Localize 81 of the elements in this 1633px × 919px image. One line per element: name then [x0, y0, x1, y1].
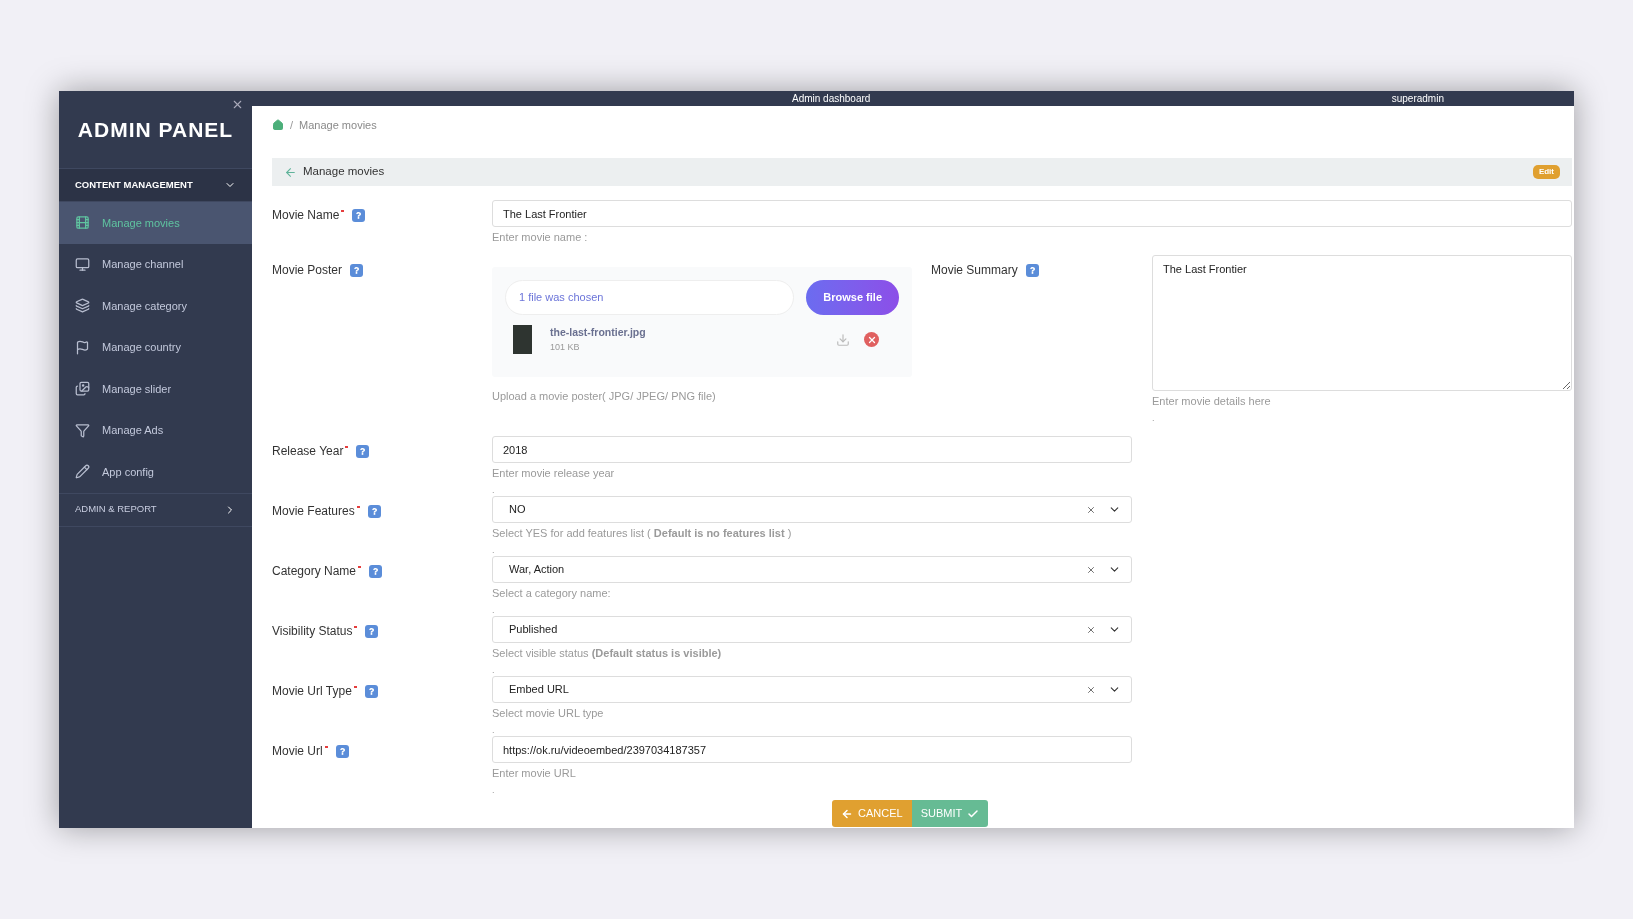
select-field[interactable]: NO: [492, 496, 1132, 523]
field-hint: Select movie URL type: [492, 706, 605, 721]
clear-icon[interactable]: [1086, 504, 1096, 515]
trailing-dot: .: [492, 605, 495, 615]
select-field[interactable]: Embed URL: [492, 676, 1132, 703]
field-label: Movie Features: [272, 503, 355, 520]
sidebar-section-header[interactable]: ADMIN & REPORT: [59, 492, 252, 527]
field-label: Movie Url: [272, 743, 323, 760]
field-hint: Select a category name:: [492, 586, 612, 601]
movie-name-input[interactable]: The Last Frontier: [492, 200, 1572, 227]
field-hint: Upload a movie poster( JPG/ JPEG/ PNG file): [492, 389, 717, 404]
home-icon[interactable]: [272, 119, 284, 131]
help-icon[interactable]: [364, 684, 378, 698]
help-icon[interactable]: [1025, 263, 1039, 277]
field-hint: Enter movie details here: [1152, 394, 1272, 409]
arrow-left-icon: [841, 807, 853, 820]
sidebar-item[interactable]: Manage category: [59, 285, 252, 327]
menu-icon: [75, 298, 90, 314]
field-label: Movie Url Type: [272, 683, 352, 700]
section-title: Manage movies: [303, 164, 385, 180]
trailing-dot: .: [492, 785, 495, 795]
sidebar-item[interactable]: Manage channel: [59, 243, 252, 285]
edit-badge: Edit: [1532, 165, 1560, 179]
select-field[interactable]: War, Action: [492, 556, 1132, 583]
field-label: Visibility Status: [272, 623, 353, 640]
photo-placeholder: [513, 325, 532, 355]
user-name[interactable]: superadmin: [1391, 93, 1444, 104]
field-label: Movie Name: [272, 207, 340, 224]
menu-icon: [75, 381, 90, 397]
trailing-dot: .: [492, 545, 495, 555]
field-hint: Enter movie URL: [492, 766, 577, 781]
field-label: Movie Summary: [931, 262, 1018, 279]
clear-icon[interactable]: [1086, 564, 1096, 575]
movie-summary-textarea[interactable]: The Last Frontier: [1152, 255, 1572, 391]
trailing-dot: .: [492, 725, 495, 735]
back-arrow-icon[interactable]: [284, 165, 297, 179]
help-icon[interactable]: [352, 208, 366, 222]
field-hint: Select YES for add features list ( Default is no features list ): [492, 526, 793, 541]
check-icon: [967, 807, 980, 820]
menu-icon: [75, 256, 90, 272]
breadcrumb-item[interactable]: Manage movies: [299, 116, 377, 134]
close-icon[interactable]: [231, 98, 244, 111]
sidebar-item[interactable]: Manage Ads: [59, 409, 252, 451]
sidebar-item[interactable]: Manage movies: [59, 202, 252, 244]
clear-icon[interactable]: [1086, 684, 1096, 695]
browse-file-button[interactable]: Browse file: [806, 280, 899, 315]
help-icon[interactable]: [350, 263, 364, 277]
menu-icon: [75, 422, 90, 438]
trailing-dot: .: [492, 485, 495, 495]
download-icon[interactable]: [836, 332, 850, 347]
help-icon[interactable]: [369, 564, 383, 578]
field-label: Category Name: [272, 563, 357, 580]
clear-icon[interactable]: [1086, 624, 1096, 635]
sidebar-item[interactable]: Manage slider: [59, 368, 252, 410]
field-hint: Enter movie name :: [492, 230, 589, 245]
file-name: the-last-frontier.jpg: [550, 325, 647, 340]
text-input[interactable]: https://ok.ru/videoembed/2397034187357: [492, 736, 1132, 763]
select-field[interactable]: Published: [492, 616, 1132, 643]
help-icon[interactable]: [365, 624, 379, 638]
top-bar-title: Admin dashboard: [792, 93, 871, 104]
trailing-dot: .: [1152, 413, 1155, 423]
sidebar-item[interactable]: App config: [59, 451, 252, 493]
help-icon[interactable]: [356, 444, 370, 458]
help-icon[interactable]: [335, 744, 349, 758]
field-hint: Select visible status (Default status is visible): [492, 646, 723, 661]
field-label: Release Year: [272, 443, 344, 460]
field-hint: Enter movie release year: [492, 466, 616, 481]
menu-icon: [75, 339, 90, 355]
breadcrumb-separator: /: [290, 117, 294, 133]
text-input[interactable]: 2018: [492, 436, 1132, 463]
trailing-dot: .: [492, 665, 495, 675]
file-chosen-field[interactable]: 1 file was chosen: [505, 280, 795, 315]
menu-icon: [75, 215, 90, 231]
field-label: Movie Poster: [272, 262, 343, 279]
remove-file-icon[interactable]: [864, 332, 879, 348]
menu-icon: [75, 464, 90, 480]
help-icon[interactable]: [367, 504, 381, 518]
logo: ADMIN PANEL: [77, 116, 234, 143]
sidebar-item[interactable]: Manage country: [59, 326, 252, 368]
file-size: 101 KB: [550, 340, 581, 354]
sidebar-section-header[interactable]: CONTENT MANAGEMENT: [59, 168, 252, 202]
